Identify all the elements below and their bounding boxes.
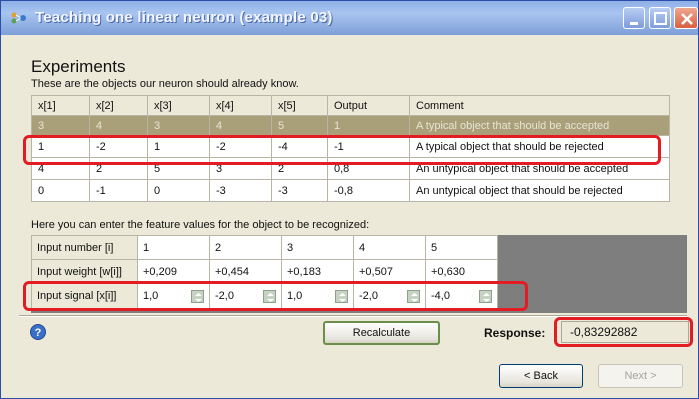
- table-cell[interactable]: 3: [209, 157, 272, 180]
- recognition-table: Input number [i] 1 2 3 4 5 Input weight …: [31, 235, 498, 309]
- table-cell[interactable]: -0,8: [327, 179, 410, 202]
- neural-network-icon: [11, 12, 27, 24]
- table-cell[interactable]: 0: [31, 179, 90, 202]
- input-number-cell: 3: [281, 235, 354, 260]
- spin-arrows-icon[interactable]: [479, 289, 492, 303]
- spin-arrows-icon[interactable]: [191, 289, 204, 303]
- table-row[interactable]: 3 4 3 4 5 1 A typical object that should…: [31, 115, 670, 136]
- back-button[interactable]: < Back: [499, 364, 583, 388]
- spin-arrows-icon[interactable]: [263, 289, 276, 303]
- table-cell[interactable]: -2: [89, 135, 148, 158]
- table-cell[interactable]: -3: [209, 179, 272, 202]
- table-cell[interactable]: -1: [89, 179, 148, 202]
- recognition-hint: Here you can enter the feature values fo…: [31, 219, 370, 231]
- table-cell[interactable]: -2: [209, 135, 272, 158]
- table-cell[interactable]: 3: [31, 115, 90, 136]
- spin-arrows-icon[interactable]: [407, 289, 420, 303]
- input-signal-value[interactable]: -4,0: [431, 290, 450, 302]
- input-signal-cell[interactable]: -4,0: [425, 283, 498, 309]
- table-cell[interactable]: -4: [271, 135, 328, 158]
- table-cell[interactable]: -1: [327, 135, 410, 158]
- input-weight-cell: +0,183: [281, 259, 354, 284]
- input-weight-cell: +0,209: [137, 259, 210, 284]
- input-number-cell: 1: [137, 235, 210, 260]
- maximize-button[interactable]: [649, 7, 671, 29]
- table-row[interactable]: 1 -2 1 -2 -4 -1 A typical object that sh…: [31, 135, 670, 158]
- window-title: Teaching one linear neuron (example 03): [35, 9, 333, 26]
- column-header[interactable]: x[5]: [271, 95, 328, 116]
- column-header[interactable]: x[4]: [209, 95, 272, 116]
- table-cell[interactable]: 5: [147, 157, 210, 180]
- table-cell[interactable]: 1: [147, 135, 210, 158]
- input-weight-cell: +0,454: [209, 259, 282, 284]
- table-cell[interactable]: 5: [271, 115, 328, 136]
- spin-arrows-icon[interactable]: [335, 289, 348, 303]
- input-number-label: Input number [i]: [31, 235, 138, 260]
- input-signal-cell[interactable]: 1,0: [137, 283, 210, 309]
- experiments-heading: Experiments: [31, 57, 126, 76]
- table-cell[interactable]: A typical object that should be accepted: [409, 115, 670, 136]
- table-cell[interactable]: -3: [271, 179, 328, 202]
- next-button[interactable]: Next >: [598, 364, 683, 388]
- input-signal-value[interactable]: 1,0: [143, 290, 158, 302]
- table-cell[interactable]: 0,8: [327, 157, 410, 180]
- title-bar[interactable]: Teaching one linear neuron (example 03): [1, 1, 698, 35]
- input-weight-row: Input weight [w[i]] +0,209 +0,454 +0,183…: [31, 259, 498, 284]
- response-value: -0,83292882: [561, 321, 689, 343]
- table-cell[interactable]: 3: [147, 115, 210, 136]
- input-signal-value[interactable]: -2,0: [359, 290, 378, 302]
- table-row[interactable]: 0 -1 0 -3 -3 -0,8 An untypical object th…: [31, 179, 670, 202]
- table-cell[interactable]: 2: [271, 157, 328, 180]
- input-signal-value[interactable]: -2,0: [215, 290, 234, 302]
- table-cell[interactable]: 4: [209, 115, 272, 136]
- table-cell[interactable]: An untypical object that should be accep…: [409, 157, 670, 180]
- input-signal-row: Input signal [x[i]] 1,0 -2,0 1,0 -2,0 -4…: [31, 283, 498, 309]
- close-button[interactable]: [674, 7, 698, 29]
- input-number-cell: 4: [353, 235, 426, 260]
- recalculate-button[interactable]: Recalculate: [323, 321, 440, 345]
- input-signal-label: Input signal [x[i]]: [31, 283, 138, 309]
- column-header[interactable]: x[2]: [89, 95, 148, 116]
- input-number-row: Input number [i] 1 2 3 4 5: [31, 235, 498, 260]
- table-cell[interactable]: 4: [89, 115, 148, 136]
- table-cell[interactable]: 4: [31, 157, 90, 180]
- input-signal-cell[interactable]: 1,0: [281, 283, 354, 309]
- table-cell[interactable]: A typical object that should be rejected: [409, 135, 670, 158]
- table-cell[interactable]: An untypical object that should be rejec…: [409, 179, 670, 202]
- maximize-icon: [654, 12, 667, 25]
- help-icon[interactable]: ?: [30, 324, 46, 340]
- close-icon: [681, 13, 693, 25]
- experiments-table: x[1] x[2] x[3] x[4] x[5] Output Comment …: [31, 95, 670, 202]
- input-signal-cell[interactable]: -2,0: [209, 283, 282, 309]
- column-header[interactable]: Comment: [409, 95, 670, 116]
- minimize-button[interactable]: [623, 7, 645, 29]
- input-weight-cell: +0,507: [353, 259, 426, 284]
- dialog-window: Teaching one linear neuron (example 03) …: [0, 0, 699, 399]
- svg-text:?: ?: [35, 327, 42, 339]
- input-number-cell: 2: [209, 235, 282, 260]
- input-number-cell: 5: [425, 235, 498, 260]
- table-header-row: x[1] x[2] x[3] x[4] x[5] Output Comment: [31, 95, 670, 116]
- input-weight-cell: +0,630: [425, 259, 498, 284]
- table-cell[interactable]: 2: [89, 157, 148, 180]
- experiments-subheading: These are the objects our neuron should …: [31, 78, 299, 90]
- table-cell[interactable]: 1: [31, 135, 90, 158]
- column-header[interactable]: Output: [327, 95, 410, 116]
- input-signal-value[interactable]: 1,0: [287, 290, 302, 302]
- divider: [19, 315, 687, 317]
- table-cell[interactable]: 1: [327, 115, 410, 136]
- response-label: Response:: [484, 326, 546, 340]
- table-row[interactable]: 4 2 5 3 2 0,8 An untypical object that s…: [31, 157, 670, 180]
- column-header[interactable]: x[3]: [147, 95, 210, 116]
- minimize-icon: [630, 22, 638, 25]
- column-header[interactable]: x[1]: [31, 95, 90, 116]
- input-signal-cell[interactable]: -2,0: [353, 283, 426, 309]
- table-cell[interactable]: 0: [147, 179, 210, 202]
- input-weight-label: Input weight [w[i]]: [31, 259, 138, 284]
